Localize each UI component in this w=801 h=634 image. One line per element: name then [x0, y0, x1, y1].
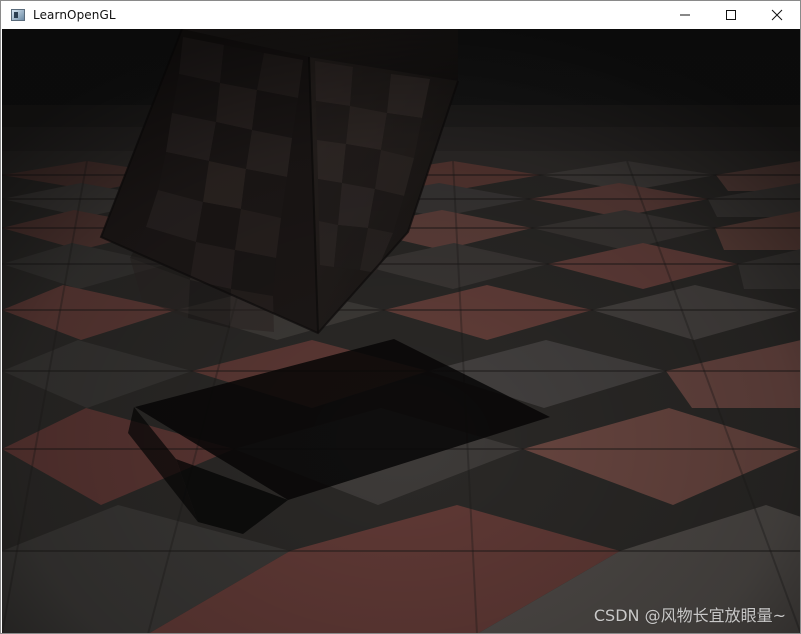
maximize-button[interactable]: [708, 1, 754, 29]
close-icon: [771, 9, 783, 21]
watermark-text: CSDN @风物长宜放眼量~: [593, 606, 786, 625]
app-window: LearnOpenGL CSDN @风物长宜放眼量~: [0, 0, 801, 634]
close-button[interactable]: [754, 1, 800, 29]
window-title: LearnOpenGL: [33, 8, 116, 22]
opengl-viewport[interactable]: CSDN @风物长宜放眼量~: [2, 29, 800, 633]
minimize-icon: [680, 14, 690, 16]
scene-vignette: [2, 29, 800, 633]
maximize-icon: [726, 10, 736, 20]
window-controls: [662, 1, 800, 29]
title-bar[interactable]: LearnOpenGL: [1, 1, 800, 29]
rendered-scene: [2, 29, 800, 633]
window-app-icon: [11, 9, 25, 21]
minimize-button[interactable]: [662, 1, 708, 29]
